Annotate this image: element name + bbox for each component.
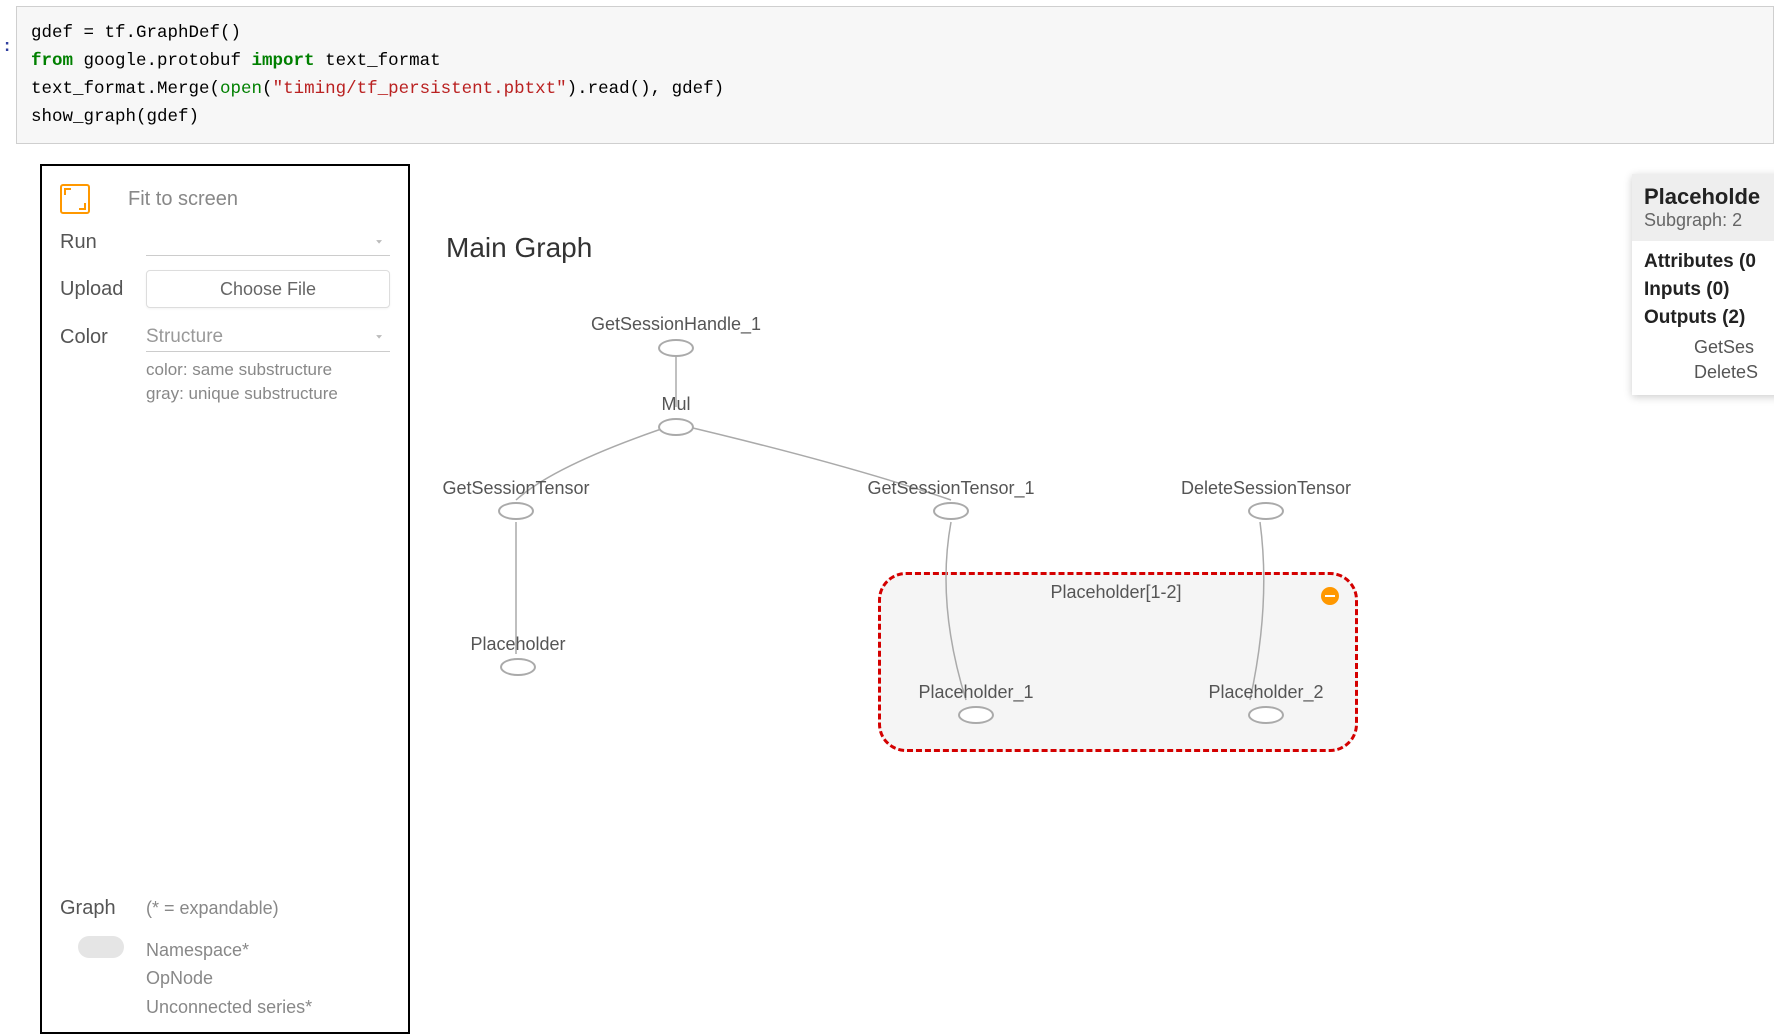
code-text: gdef = tf.GraphDef() xyxy=(31,23,241,43)
code-text: show_graph(gdef) xyxy=(31,107,199,127)
node-ellipse[interactable] xyxy=(498,502,534,520)
info-attributes: Attributes (0 xyxy=(1644,251,1774,273)
node-ellipse[interactable] xyxy=(958,706,994,724)
node-placeholder[interactable]: Placeholder xyxy=(470,634,565,655)
node-ellipse[interactable] xyxy=(1248,706,1284,724)
code-text: ).read(), gdef) xyxy=(567,79,725,99)
code-keyword: from xyxy=(31,51,73,71)
node-ellipse[interactable] xyxy=(1248,502,1284,520)
info-output-1[interactable]: GetSes xyxy=(1694,335,1774,360)
node-deletesessiontensor[interactable]: DeleteSessionTensor xyxy=(1181,478,1351,499)
info-subgraph: Subgraph: 2 xyxy=(1644,210,1774,231)
node-ellipse[interactable] xyxy=(658,418,694,436)
node-ellipse[interactable] xyxy=(658,339,694,357)
code-string: "timing/tf_persistent.pbtxt" xyxy=(273,79,567,99)
node-placeholder-2[interactable]: Placeholder_2 xyxy=(1208,682,1323,703)
code-text: ( xyxy=(262,79,273,99)
info-outputs: Outputs (2) xyxy=(1644,307,1774,329)
node-ellipse[interactable] xyxy=(933,502,969,520)
node-info-panel: Placeholde Subgraph: 2 Attributes (0 Inp… xyxy=(1632,174,1774,395)
node-getsessionhandle-1[interactable]: GetSessionHandle_1 xyxy=(591,314,761,335)
code-cell[interactable]: gdef = tf.GraphDef() from google.protobu… xyxy=(16,6,1774,144)
node-ellipse[interactable] xyxy=(500,658,536,676)
code-text: google.protobuf xyxy=(73,51,252,71)
info-title: Placeholde xyxy=(1644,184,1774,210)
node-getsessiontensor-1[interactable]: GetSessionTensor_1 xyxy=(867,478,1034,499)
code-builtin: open xyxy=(220,79,262,99)
code-text: text_format.Merge( xyxy=(31,79,220,99)
code-text: text_format xyxy=(315,51,441,71)
node-group-label[interactable]: Placeholder[1-2] xyxy=(1050,582,1181,603)
node-getsessiontensor[interactable]: GetSessionTensor xyxy=(442,478,589,499)
cell-prompt: : xyxy=(2,38,12,57)
output-area: Fit to screen Run Upload Choose File Col… xyxy=(16,164,1774,1034)
graph-canvas[interactable]: GetSessionHandle_1 Mul GetSessionTensor … xyxy=(16,164,1486,1034)
node-mul[interactable]: Mul xyxy=(661,394,690,415)
code-keyword: import xyxy=(252,51,315,71)
info-output-2[interactable]: DeleteS xyxy=(1694,360,1774,385)
node-placeholder-1[interactable]: Placeholder_1 xyxy=(918,682,1033,703)
collapse-icon[interactable] xyxy=(1321,587,1339,605)
info-inputs: Inputs (0) xyxy=(1644,279,1774,301)
